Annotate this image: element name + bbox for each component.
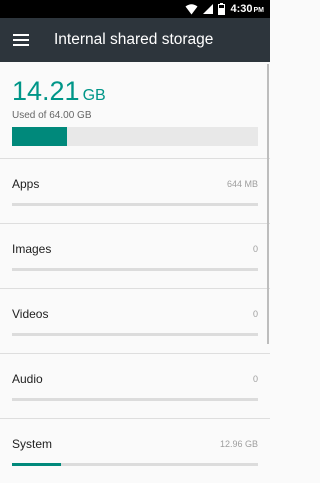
total-usage-bar <box>12 127 258 146</box>
category-size: 0 <box>252 309 258 319</box>
category-label: Apps <box>12 177 40 191</box>
category-size: 0 <box>252 244 258 254</box>
category-usage-bar <box>12 333 258 336</box>
status-icons: 4:30PM <box>185 2 264 16</box>
status-bar: 4:30PM <box>0 0 270 18</box>
used-storage-unit: GB <box>82 87 106 104</box>
storage-summary: 14.21 GB Used of 64.00 GB <box>12 74 258 121</box>
used-of-total-label: Used of 64.00 GB <box>12 110 92 121</box>
category-label: System <box>12 437 53 451</box>
category-size: 0 <box>252 374 258 384</box>
battery-icon <box>218 3 226 15</box>
category-usage-bar <box>12 268 258 271</box>
category-row-videos[interactable]: Videos 0 <box>0 289 270 353</box>
scrollbar[interactable] <box>267 64 269 344</box>
wifi-icon <box>185 3 198 14</box>
category-usage-bar <box>12 203 258 206</box>
used-storage-value: 14.21 <box>12 76 80 106</box>
category-label: Images <box>12 242 52 256</box>
category-size: 644 MB <box>226 179 258 189</box>
app-toolbar: Internal shared storage <box>0 18 270 62</box>
clock: 4:30PM <box>230 3 264 15</box>
total-usage-bar-fill <box>12 127 67 146</box>
category-row-audio[interactable]: Audio 0 <box>0 354 270 418</box>
category-usage-bar <box>12 398 258 401</box>
category-label: Videos <box>12 307 49 321</box>
category-size: 12.96 GB <box>219 439 258 449</box>
category-row-images[interactable]: Images 0 <box>0 224 270 288</box>
signal-icon <box>203 4 214 14</box>
category-row-apps[interactable]: Apps 644 MB <box>0 159 270 223</box>
category-usage-bar-fill <box>12 463 62 466</box>
category-row-system[interactable]: System 12.96 GB <box>0 419 270 483</box>
hamburger-menu-icon[interactable] <box>12 30 30 50</box>
category-label: Audio <box>12 372 43 386</box>
category-usage-bar <box>12 463 258 466</box>
toolbar-title: Internal shared storage <box>54 31 214 48</box>
